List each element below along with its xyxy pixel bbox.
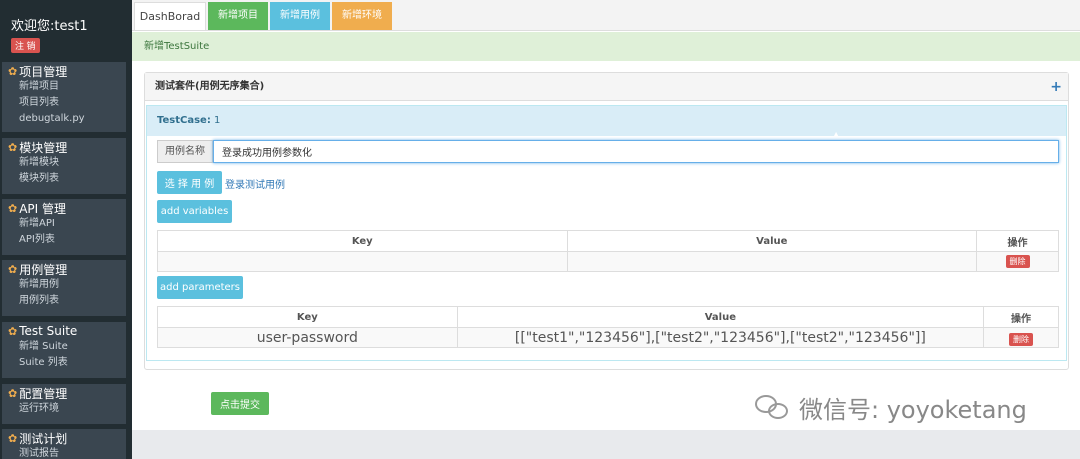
selected-case-link[interactable]: 登录测试用例 <box>225 176 285 191</box>
tab-dashboard[interactable]: DashBorad <box>134 2 206 30</box>
main-content: DashBorad 新增项目 新增用例 新增环境 新增TestSuite 测试套… <box>132 0 1080 430</box>
menu-title-config[interactable]: ✿ 配置管理 <box>2 384 126 401</box>
table-row: 删除 <box>157 251 1059 272</box>
menu-title-api[interactable]: ✿ API 管理 <box>2 199 126 216</box>
gear-icon: ✿ <box>8 262 18 276</box>
sidebar-item-module-list[interactable]: 模块列表 <box>2 171 126 187</box>
vars-header-value: Value <box>566 230 978 252</box>
add-variables-button[interactable]: add variables <box>157 200 232 223</box>
variables-table: Key Value 操作 删除 <box>157 230 1059 272</box>
params-header-value: Value <box>456 306 985 328</box>
case-name-label: 用例名称 <box>157 140 213 163</box>
welcome-text: 欢迎您:test1 <box>11 19 88 34</box>
menu-title-plan[interactable]: ✿ 测试计划 <box>2 429 126 446</box>
parameters-table: Key Value 操作 user-password [["test1","12… <box>157 306 1059 348</box>
menu-title-case[interactable]: ✿ 用例管理 <box>2 260 126 277</box>
gear-icon: ✿ <box>8 431 18 445</box>
sidebar-item-case-list[interactable]: 用例列表 <box>2 293 126 309</box>
watermark-text: 微信号: yoyoketang <box>799 396 1027 424</box>
gear-icon: ✿ <box>8 386 18 400</box>
vars-header-action: 操作 <box>976 230 1059 252</box>
logout-button[interactable]: 注 销 <box>11 38 40 53</box>
vars-cell-key[interactable] <box>157 251 568 272</box>
sidebar-item-debugtalk[interactable]: debugtalk.py <box>2 111 126 127</box>
params-cell-action: 删除 <box>983 327 1059 348</box>
params-cell-key[interactable]: user-password <box>157 327 458 348</box>
wechat-icon <box>755 393 793 423</box>
gear-icon: ✿ <box>8 64 18 78</box>
delete-variable-button[interactable]: 删除 <box>1005 255 1030 268</box>
menu-title-suite[interactable]: ✿ Test Suite <box>2 322 126 339</box>
sidebar-item-add-case[interactable]: 新增用例 <box>2 277 126 293</box>
testcase-panel: TestCase: 1 ▲ 用例名称 选 择 用 例 登录测试用例 add va… <box>146 105 1067 361</box>
suite-panel-header: 测试套件(用例无序集合) + <box>145 73 1068 101</box>
add-parameters-button[interactable]: add parameters <box>157 276 243 299</box>
delete-parameter-button[interactable]: 删除 <box>1009 332 1034 346</box>
menu-title-module[interactable]: ✿ 模块管理 <box>2 138 126 155</box>
tab-add-project[interactable]: 新增项目 <box>208 2 268 30</box>
tab-add-env[interactable]: 新增环境 <box>332 2 392 30</box>
params-cell-value[interactable]: [["test1","123456"],["test2","123456"],[… <box>456 327 985 348</box>
menu-group-config: ✿ 配置管理 运行环境 <box>2 384 126 424</box>
params-header-action: 操作 <box>983 306 1059 328</box>
watermark: 微信号: yoyoketang <box>755 390 1027 425</box>
testcase-index: 1 <box>214 115 221 126</box>
sidebar-item-report[interactable]: 测试报告 <box>2 446 126 459</box>
suite-panel: 测试套件(用例无序集合) + TestCase: 1 ▲ 用例名称 选 择 用 … <box>144 72 1069 370</box>
select-case-button[interactable]: 选 择 用 例 <box>157 171 222 194</box>
case-name-group: 用例名称 <box>157 140 1059 163</box>
testcase-label: TestCase: <box>157 115 211 126</box>
sidebar-item-add-module[interactable]: 新增模块 <box>2 155 126 171</box>
menu-group-suite: ✿ Test Suite 新增 Suite Suite 列表 <box>2 322 126 378</box>
sidebar-item-add-project[interactable]: 新增项目 <box>2 79 126 95</box>
submit-button[interactable]: 点击提交 <box>211 392 269 415</box>
vars-cell-value[interactable] <box>566 251 978 272</box>
sidebar-item-api-list[interactable]: API列表 <box>2 232 126 248</box>
tab-bar: DashBorad 新增项目 新增用例 新增环境 <box>132 0 1080 31</box>
vars-cell-action: 删除 <box>976 251 1059 272</box>
plus-icon[interactable]: + <box>1050 73 1062 101</box>
sidebar-item-add-api[interactable]: 新增API <box>2 216 126 232</box>
sidebar-item-project-list[interactable]: 项目列表 <box>2 95 126 111</box>
table-row: user-password [["test1","123456"],["test… <box>157 327 1059 348</box>
vars-header-key: Key <box>157 230 568 252</box>
testcase-header: TestCase: 1 ▲ <box>147 106 1066 139</box>
menu-group-project: ✿ 项目管理 新增项目 项目列表 debugtalk.py <box>2 62 126 132</box>
gear-icon: ✿ <box>8 324 18 338</box>
menu-group-api: ✿ API 管理 新增API API列表 <box>2 199 126 255</box>
case-name-input[interactable] <box>213 140 1059 163</box>
params-header-key: Key <box>157 306 458 328</box>
sidebar-item-suite-list[interactable]: Suite 列表 <box>2 355 126 371</box>
menu-group-case: ✿ 用例管理 新增用例 用例列表 <box>2 260 126 316</box>
menu-group-module: ✿ 模块管理 新增模块 模块列表 <box>2 138 126 194</box>
gear-icon: ✿ <box>8 201 18 215</box>
sidebar-item-env[interactable]: 运行环境 <box>2 401 126 417</box>
sidebar: 欢迎您:test1 注 销 ✿ 项目管理 新增项目 项目列表 debugtalk.… <box>0 0 132 459</box>
gear-icon: ✿ <box>8 140 18 154</box>
suite-panel-title: 测试套件(用例无序集合) <box>155 81 265 92</box>
page-title: 新增TestSuite <box>132 32 1080 61</box>
menu-group-plan: ✿ 测试计划 测试报告 <box>2 429 126 459</box>
sidebar-item-add-suite[interactable]: 新增 Suite <box>2 339 126 355</box>
tab-add-case[interactable]: 新增用例 <box>270 2 330 30</box>
menu-title-project[interactable]: ✿ 项目管理 <box>2 62 126 79</box>
